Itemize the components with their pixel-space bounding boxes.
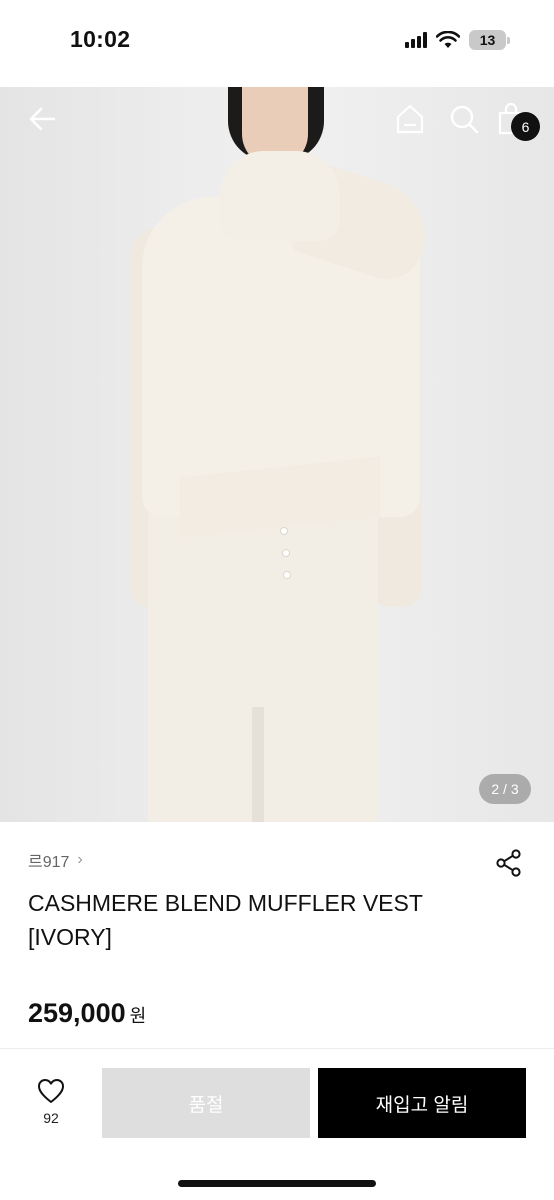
price: 259,000 원 bbox=[28, 998, 146, 1029]
chevron-right-icon: › bbox=[77, 851, 83, 868]
like-button[interactable]: 92 bbox=[28, 1078, 74, 1126]
status-icons: 13 bbox=[405, 30, 510, 50]
price-value: 259,000 bbox=[28, 998, 126, 1028]
search-icon[interactable] bbox=[448, 103, 480, 135]
wifi-icon bbox=[436, 31, 460, 48]
share-icon[interactable] bbox=[494, 848, 524, 878]
brand-link[interactable]: 르917 › bbox=[28, 848, 83, 872]
status-bar: 10:02 13 bbox=[0, 0, 554, 82]
product-image[interactable] bbox=[0, 87, 554, 822]
restock-alert-button[interactable]: 재입고 알림 bbox=[318, 1068, 526, 1138]
cellular-signal-icon bbox=[405, 32, 427, 48]
brand-name: 르917 bbox=[28, 854, 70, 871]
image-page-indicator: 2 / 3 bbox=[479, 774, 531, 804]
status-time: 10:02 bbox=[70, 26, 131, 52]
product-title: CASHMERE BLEND MUFFLER VEST [IVORY] bbox=[28, 890, 423, 950]
price-currency: 원 bbox=[129, 1006, 147, 1026]
heart-icon bbox=[38, 1079, 64, 1103]
battery-icon: 13 bbox=[469, 30, 510, 50]
sold-out-button: 품절 bbox=[102, 1068, 310, 1138]
home-icon[interactable] bbox=[394, 103, 426, 135]
back-arrow-icon[interactable] bbox=[28, 104, 58, 134]
home-indicator bbox=[178, 1180, 376, 1187]
battery-level: 13 bbox=[469, 30, 506, 50]
cart-count-badge: 6 bbox=[511, 112, 540, 141]
like-count: 92 bbox=[43, 1110, 59, 1126]
divider bbox=[0, 1048, 554, 1049]
